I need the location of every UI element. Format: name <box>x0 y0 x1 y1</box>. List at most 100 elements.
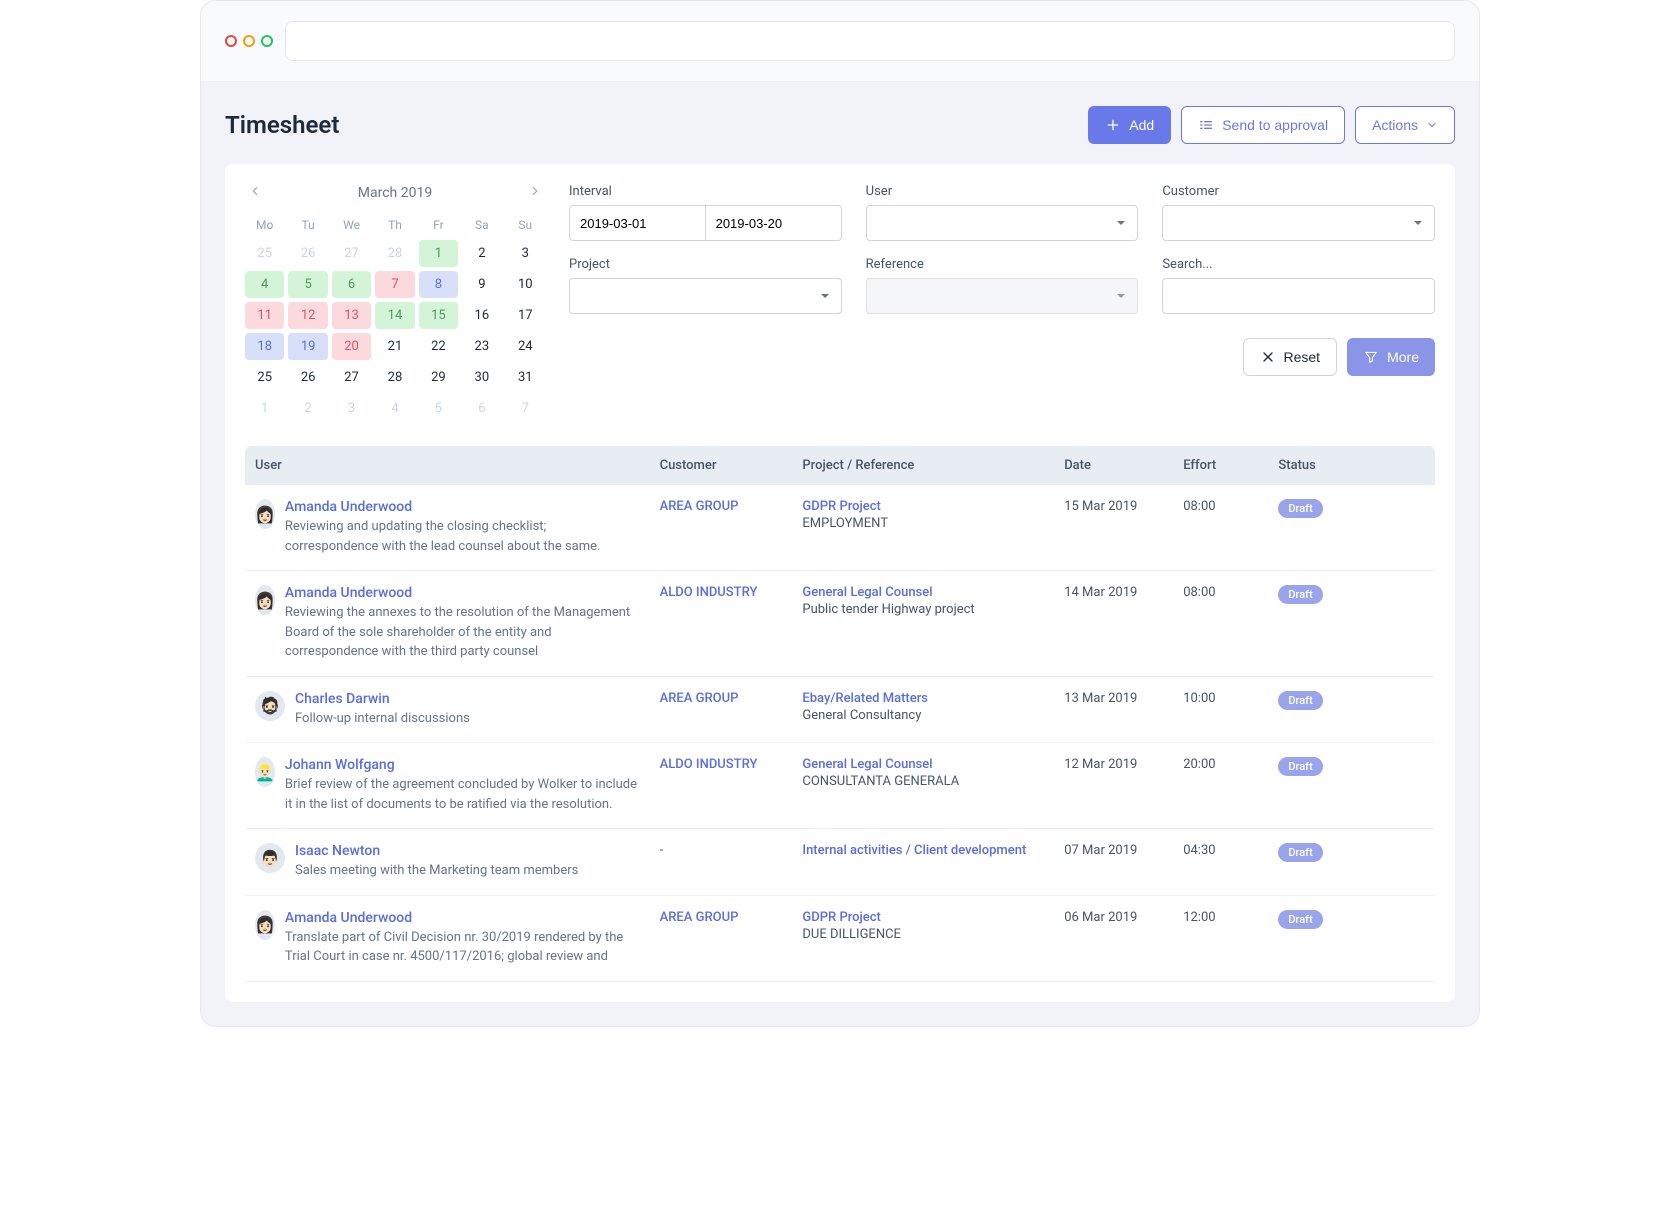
send-approval-button[interactable]: Send to approval <box>1181 106 1345 144</box>
calendar-day[interactable]: 3 <box>506 240 545 267</box>
user-name-link[interactable]: Amanda Underwood <box>285 910 640 926</box>
calendar-day[interactable]: 16 <box>462 302 501 329</box>
calendar-day[interactable]: 17 <box>506 302 545 329</box>
calendar-day[interactable]: 1 <box>419 240 458 267</box>
reference-text: Public tender Highway project <box>802 602 1044 617</box>
user-select[interactable] <box>866 205 1139 241</box>
customer-link[interactable]: ALDO INDUSTRY <box>660 585 758 600</box>
date-cell: 14 Mar 2019 <box>1054 571 1173 677</box>
customer-link[interactable]: AREA GROUP <box>660 910 739 925</box>
calendar-day[interactable]: 29 <box>419 364 458 391</box>
calendar-day[interactable]: 12 <box>288 302 327 329</box>
avatar: 🧔🏻 <box>255 691 285 721</box>
table-row[interactable]: 👩🏻Amanda UnderwoodTranslate part of Civi… <box>245 895 1435 981</box>
status-badge: Draft <box>1278 585 1322 604</box>
window-min-dot[interactable] <box>243 35 255 47</box>
calendar-day[interactable]: 2 <box>462 240 501 267</box>
calendar-day[interactable]: 13 <box>332 302 371 329</box>
user-name-link[interactable]: Charles Darwin <box>295 691 470 707</box>
table-row[interactable]: 👱🏻‍♂️Johann WolfgangBrief review of the … <box>245 743 1435 829</box>
search-input[interactable] <box>1162 278 1435 314</box>
interval-to-input[interactable] <box>706 205 842 241</box>
calendar-day[interactable]: 18 <box>245 333 284 360</box>
reset-button[interactable]: Reset <box>1243 338 1338 376</box>
url-input[interactable] <box>285 21 1455 61</box>
calendar-day[interactable]: 26 <box>288 240 327 267</box>
calendar-day[interactable]: 26 <box>288 364 327 391</box>
date-cell: 12 Mar 2019 <box>1054 743 1173 829</box>
project-link[interactable]: General Legal Counsel <box>802 585 1044 600</box>
browser-chrome <box>201 1 1479 82</box>
calendar-day[interactable]: 5 <box>419 395 458 422</box>
calendar-day[interactable]: 31 <box>506 364 545 391</box>
calendar-day[interactable]: 25 <box>245 240 284 267</box>
project-link[interactable]: General Legal Counsel <box>802 757 1044 772</box>
calendar-day[interactable]: 3 <box>332 395 371 422</box>
calendar-day[interactable]: 14 <box>375 302 414 329</box>
send-approval-label: Send to approval <box>1222 117 1328 133</box>
window-max-dot[interactable] <box>261 35 273 47</box>
table-row[interactable]: 👨🏻Isaac NewtonSales meeting with the Mar… <box>245 829 1435 896</box>
cal-next[interactable] <box>525 184 545 202</box>
calendar-day[interactable]: 4 <box>375 395 414 422</box>
customer-select[interactable] <box>1162 205 1435 241</box>
calendar-day[interactable]: 4 <box>245 271 284 298</box>
project-link[interactable]: GDPR Project <box>802 499 1044 514</box>
calendar-day[interactable]: 22 <box>419 333 458 360</box>
checklist-icon <box>1198 117 1214 133</box>
project-select[interactable] <box>569 278 842 314</box>
user-label: User <box>866 184 1139 199</box>
table-row[interactable]: 👩🏻Amanda UnderwoodReviewing the annexes … <box>245 571 1435 677</box>
calendar-day[interactable]: 28 <box>375 364 414 391</box>
calendar-day[interactable]: 1 <box>245 395 284 422</box>
table-row[interactable]: 🧔🏻Charles DarwinFollow-up internal discu… <box>245 676 1435 743</box>
project-link[interactable]: Ebay/Related Matters <box>802 691 1044 706</box>
table-header: Customer <box>650 446 793 485</box>
user-name-link[interactable]: Amanda Underwood <box>285 499 640 515</box>
calendar-day[interactable]: 27 <box>332 240 371 267</box>
more-filters-button[interactable]: More <box>1347 338 1435 376</box>
project-link[interactable]: Internal activities / Client development <box>802 843 1044 858</box>
table-row[interactable]: 👩🏻Amanda UnderwoodReviewing and updating… <box>245 485 1435 571</box>
calendar-day[interactable]: 28 <box>375 240 414 267</box>
calendar-day[interactable]: 25 <box>245 364 284 391</box>
calendar-day[interactable]: 30 <box>462 364 501 391</box>
customer-link[interactable]: AREA GROUP <box>660 691 739 706</box>
user-name-link[interactable]: Amanda Underwood <box>285 585 640 601</box>
date-cell: 07 Mar 2019 <box>1054 829 1173 896</box>
calendar-day[interactable]: 21 <box>375 333 414 360</box>
calendar-day[interactable]: 10 <box>506 271 545 298</box>
calendar-day[interactable]: 6 <box>332 271 371 298</box>
calendar-day[interactable]: 6 <box>462 395 501 422</box>
filter-icon <box>1363 349 1379 365</box>
calendar-day[interactable]: 15 <box>419 302 458 329</box>
window-close-dot[interactable] <box>225 35 237 47</box>
calendar-day[interactable]: 27 <box>332 364 371 391</box>
calendar-day[interactable]: 8 <box>419 271 458 298</box>
cal-prev[interactable] <box>245 184 265 202</box>
interval-from-input[interactable] <box>569 205 706 241</box>
status-badge: Draft <box>1278 910 1322 929</box>
calendar-day[interactable]: 5 <box>288 271 327 298</box>
effort-cell: 12:00 <box>1173 895 1268 981</box>
customer-link[interactable]: AREA GROUP <box>660 499 739 514</box>
calendar-day[interactable]: 7 <box>506 395 545 422</box>
calendar-day[interactable]: 20 <box>332 333 371 360</box>
customer-link[interactable]: ALDO INDUSTRY <box>660 757 758 772</box>
calendar-day[interactable]: 19 <box>288 333 327 360</box>
calendar-day[interactable]: 11 <box>245 302 284 329</box>
user-name-link[interactable]: Isaac Newton <box>295 843 578 859</box>
calendar-day[interactable]: 7 <box>375 271 414 298</box>
table-header: User <box>245 446 650 485</box>
calendar-dow: Sa <box>462 214 501 236</box>
add-button[interactable]: Add <box>1088 106 1171 144</box>
calendar-day[interactable]: 24 <box>506 333 545 360</box>
window-dots <box>225 35 273 47</box>
actions-button[interactable]: Actions <box>1355 106 1455 144</box>
calendar-day[interactable]: 9 <box>462 271 501 298</box>
user-name-link[interactable]: Johann Wolfgang <box>285 757 640 773</box>
calendar-day[interactable]: 23 <box>462 333 501 360</box>
calendar-day[interactable]: 2 <box>288 395 327 422</box>
calendar-dow: We <box>332 214 371 236</box>
project-link[interactable]: GDPR Project <box>802 910 1044 925</box>
